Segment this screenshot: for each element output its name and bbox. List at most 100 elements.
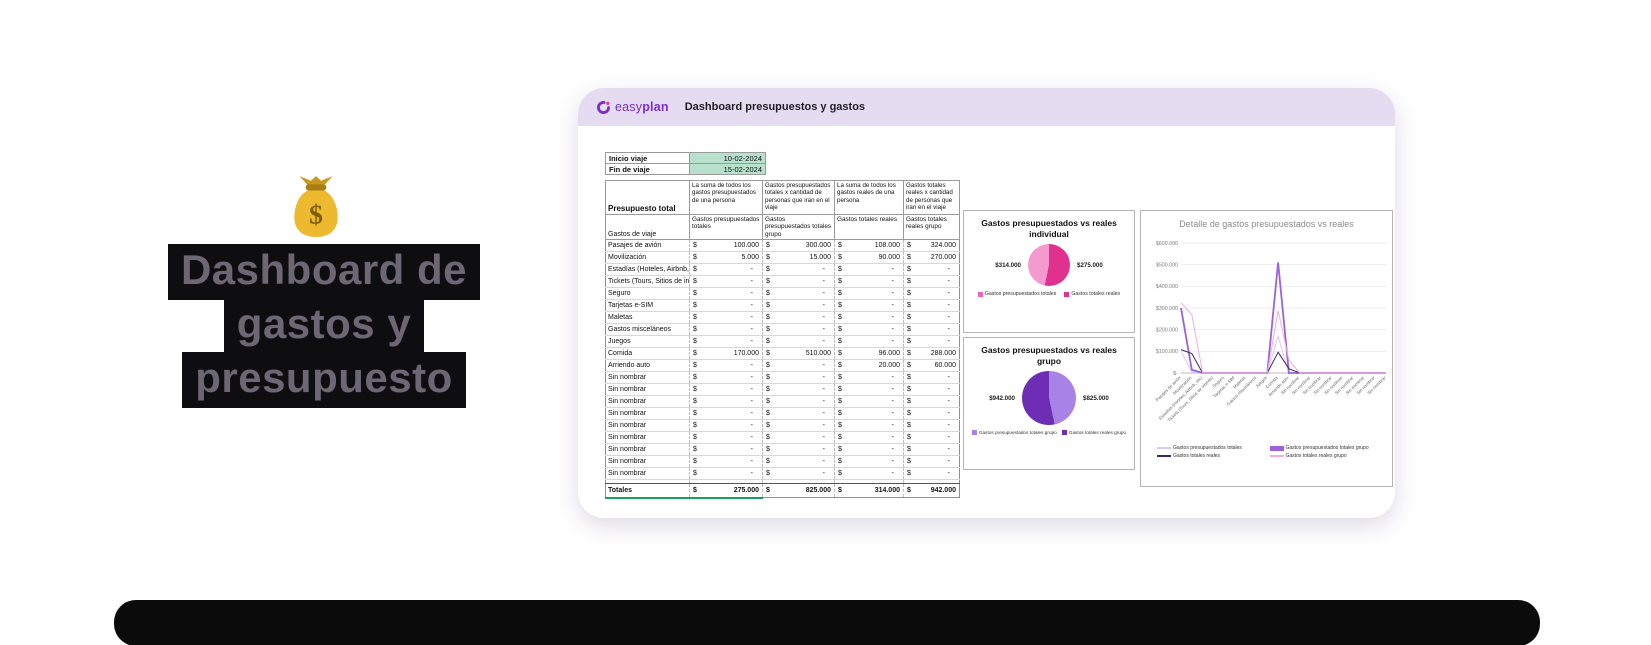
cell[interactable]: $100.000 bbox=[689, 239, 763, 252]
cell[interactable]: $ - bbox=[762, 359, 835, 372]
date-row[interactable]: Fin de viaje 15-02-2024 bbox=[605, 163, 766, 175]
table-row[interactable]: Juegos $ - $ - $ - $ - bbox=[605, 335, 960, 348]
cell[interactable]: $ - bbox=[762, 287, 835, 300]
cell[interactable]: $ - bbox=[689, 455, 763, 468]
cell[interactable]: $ - bbox=[689, 311, 763, 324]
cell[interactable]: $ - bbox=[762, 323, 835, 336]
cell[interactable]: $ - bbox=[834, 323, 904, 336]
cell[interactable]: $ - bbox=[834, 299, 904, 312]
table-row[interactable]: Gastos misceláneos $ - $ - $ - $ - bbox=[605, 323, 960, 336]
totals-cell[interactable]: $942.000 bbox=[903, 483, 960, 498]
cell[interactable]: $ - bbox=[689, 467, 763, 480]
cell[interactable]: $ - bbox=[762, 395, 835, 408]
cell[interactable]: $288.000 bbox=[903, 347, 960, 360]
cell[interactable]: $108.000 bbox=[834, 239, 904, 252]
cell[interactable]: $ - bbox=[903, 263, 960, 276]
totals-cell[interactable]: $314.000 bbox=[834, 483, 904, 498]
table-row[interactable]: Sin nombrar $ - $ - $ - $ - bbox=[605, 419, 960, 432]
table-row[interactable]: Sin nombrar $ - $ - $ - $ - bbox=[605, 395, 960, 408]
cell[interactable]: $ - bbox=[689, 359, 763, 372]
cell[interactable]: $ - bbox=[834, 383, 904, 396]
cell[interactable]: $ - bbox=[762, 371, 835, 384]
cell[interactable]: $96.000 bbox=[834, 347, 904, 360]
table-row[interactable]: Sin nombrar $ - $ - $ - $ - bbox=[605, 443, 960, 456]
cell[interactable]: $5.000 bbox=[689, 251, 763, 264]
totals-cell[interactable]: $275.000 bbox=[689, 483, 763, 499]
cell[interactable]: $270.000 bbox=[903, 251, 960, 264]
cell[interactable]: $ - bbox=[834, 275, 904, 288]
cell[interactable]: $ - bbox=[689, 335, 763, 348]
table-row[interactable]: Movilización $5.000 $15.000 $90.000 $270.000 bbox=[605, 251, 960, 264]
cell[interactable]: $ - bbox=[834, 263, 904, 276]
budget-table[interactable]: Presupuesto total La suma de todos los ga… bbox=[605, 180, 960, 499]
cell[interactable]: $20.000 bbox=[834, 359, 904, 372]
cell[interactable]: $ - bbox=[834, 371, 904, 384]
cell[interactable]: $ - bbox=[903, 311, 960, 324]
cell[interactable]: $ - bbox=[834, 467, 904, 480]
table-row[interactable]: Sin nombrar $ - $ - $ - $ - bbox=[605, 431, 960, 444]
table-row[interactable]: Maletas $ - $ - $ - $ - bbox=[605, 311, 960, 324]
cell[interactable]: $ - bbox=[762, 467, 835, 480]
cell[interactable]: $ - bbox=[689, 275, 763, 288]
cell[interactable]: $ - bbox=[689, 263, 763, 276]
cell[interactable]: $300.000 bbox=[762, 239, 835, 252]
cell[interactable]: $ - bbox=[903, 455, 960, 468]
cell[interactable]: $ - bbox=[762, 455, 835, 468]
totals-cell[interactable]: $825.000 bbox=[762, 483, 835, 498]
table-row[interactable]: Sin nombrar $ - $ - $ - $ - bbox=[605, 407, 960, 420]
cell[interactable]: $ - bbox=[762, 299, 835, 312]
cell[interactable]: $ - bbox=[689, 407, 763, 420]
table-row[interactable]: Seguro $ - $ - $ - $ - bbox=[605, 287, 960, 300]
cell[interactable]: $90.000 bbox=[834, 251, 904, 264]
easyplan-logo[interactable]: easyplan bbox=[596, 100, 669, 115]
cell[interactable]: $ - bbox=[762, 311, 835, 324]
line-chart-panel[interactable]: Detalle de gastos presupuestados vs real… bbox=[1140, 210, 1393, 487]
cell[interactable]: $ - bbox=[903, 275, 960, 288]
date-value[interactable]: 10-02-2024 bbox=[689, 152, 766, 164]
pie-chart-grupo-panel[interactable]: Gastos presupuestados vs reales grupo $94… bbox=[963, 337, 1135, 470]
cell[interactable]: $ - bbox=[762, 263, 835, 276]
cell[interactable]: $ - bbox=[762, 419, 835, 432]
cell[interactable]: $ - bbox=[834, 431, 904, 444]
cell[interactable]: $ - bbox=[689, 443, 763, 456]
cell[interactable]: $ - bbox=[762, 275, 835, 288]
cell[interactable]: $ - bbox=[834, 395, 904, 408]
table-row[interactable]: Pasajes de avión $100.000 $300.000 $108.000… bbox=[605, 239, 960, 252]
table-row[interactable]: Sin nombrar $ - $ - $ - $ - bbox=[605, 371, 960, 384]
cell[interactable]: $ - bbox=[903, 383, 960, 396]
table-row[interactable]: Tickets (Tours, Sitios de interés)$-$-$-… bbox=[605, 275, 960, 288]
cell[interactable]: $324.000 bbox=[903, 239, 960, 252]
cell[interactable]: $ - bbox=[834, 407, 904, 420]
cell[interactable]: $ - bbox=[762, 443, 835, 456]
cell[interactable]: $ - bbox=[762, 407, 835, 420]
date-row[interactable]: Inicio viaje 10-02-2024 bbox=[605, 152, 766, 164]
cell[interactable]: $ - bbox=[903, 431, 960, 444]
cell[interactable]: $ - bbox=[903, 419, 960, 432]
cell[interactable]: $ - bbox=[903, 407, 960, 420]
cell[interactable]: $ - bbox=[903, 395, 960, 408]
cell[interactable]: $ - bbox=[903, 335, 960, 348]
cell[interactable]: $ - bbox=[903, 467, 960, 480]
cell[interactable]: $ - bbox=[689, 287, 763, 300]
cell[interactable]: $60.000 bbox=[903, 359, 960, 372]
table-row[interactable]: Sin nombrar $ - $ - $ - $ - bbox=[605, 455, 960, 468]
cell[interactable]: $ - bbox=[834, 443, 904, 456]
cell[interactable]: $ - bbox=[762, 431, 835, 444]
cell[interactable]: $ - bbox=[762, 383, 835, 396]
cell[interactable]: $ - bbox=[689, 419, 763, 432]
cell[interactable]: $ - bbox=[689, 383, 763, 396]
cell[interactable]: $ - bbox=[903, 299, 960, 312]
pie-chart-individual-panel[interactable]: Gastos presupuestados vs reales individua… bbox=[963, 210, 1135, 333]
cell[interactable]: $ - bbox=[834, 419, 904, 432]
table-row[interactable]: Estadías (Hoteles, Airbnb, etc)$-$-$-$- bbox=[605, 263, 960, 276]
cell[interactable]: $ - bbox=[834, 311, 904, 324]
cell[interactable]: $ - bbox=[689, 371, 763, 384]
cell[interactable]: $ - bbox=[834, 287, 904, 300]
cell[interactable]: $ - bbox=[689, 395, 763, 408]
cell[interactable]: $ - bbox=[689, 299, 763, 312]
date-value[interactable]: 15-02-2024 bbox=[689, 163, 766, 175]
cell[interactable]: $ - bbox=[903, 371, 960, 384]
table-row[interactable]: Sin nombrar $ - $ - $ - $ - bbox=[605, 383, 960, 396]
cell[interactable]: $510.000 bbox=[762, 347, 835, 360]
cell[interactable]: $ - bbox=[903, 323, 960, 336]
